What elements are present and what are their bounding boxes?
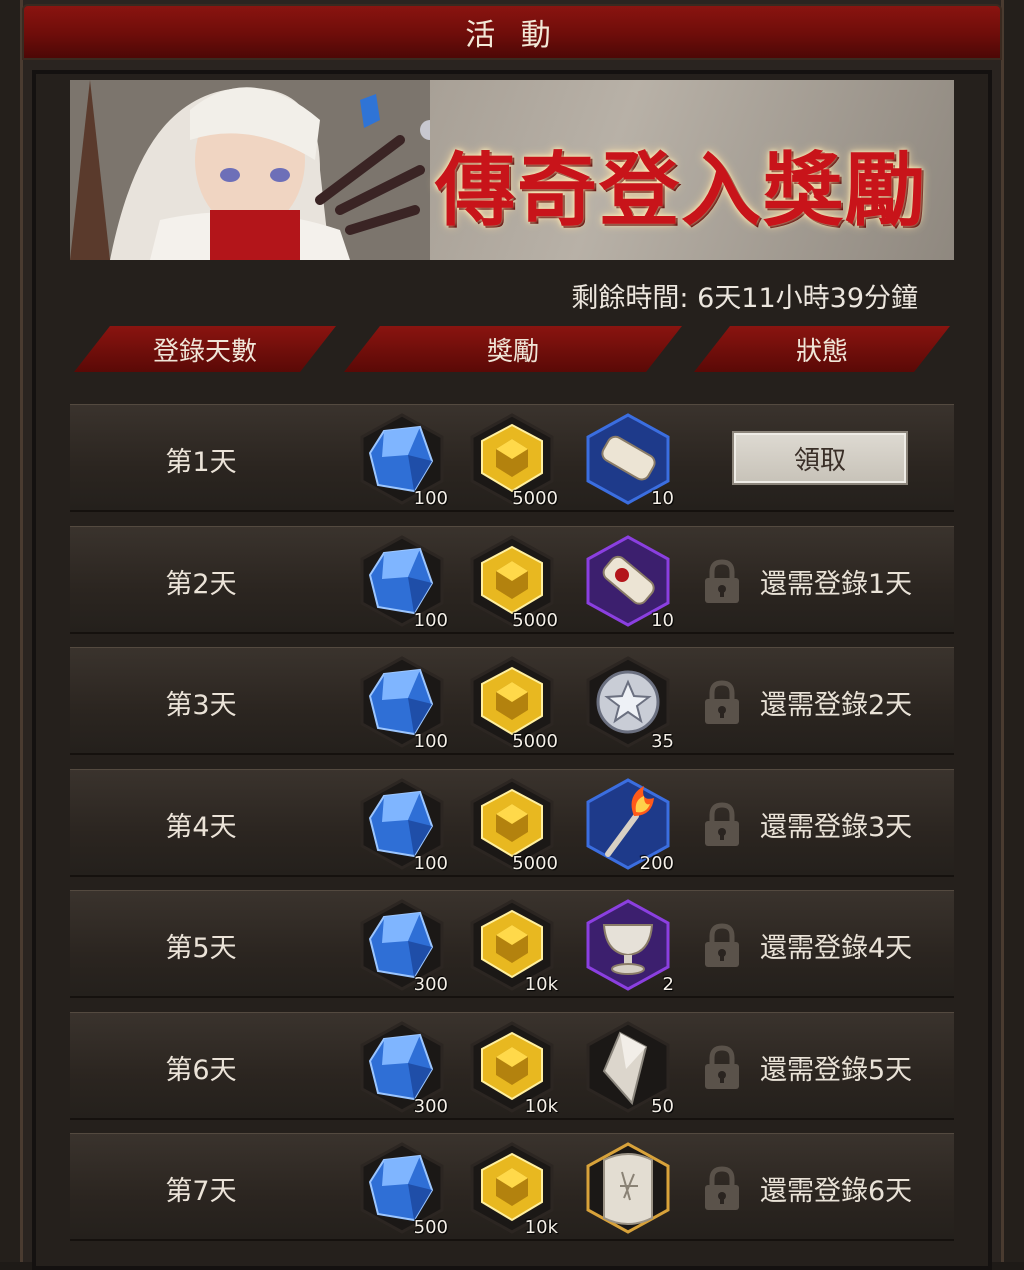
day-label: 第5天 — [165, 932, 237, 964]
diamond-reward: 300 — [354, 897, 450, 995]
item-count: 200 — [639, 853, 674, 874]
item-count: 35 — [651, 731, 674, 752]
gold-count: 10k — [524, 1096, 558, 1117]
reward-row: 第5天 300 10k 2 還需登錄4天 — [70, 890, 954, 998]
diamond-count: 500 — [413, 1217, 448, 1238]
status-text: 還需登錄2天 — [760, 689, 913, 721]
item-reward: 35 — [580, 654, 676, 752]
status-text: 還需登錄1天 — [760, 568, 913, 600]
status-text: 還需登錄4天 — [760, 932, 913, 964]
claim-button[interactable]: 領取 — [732, 431, 908, 485]
diamond-count: 300 — [413, 974, 448, 995]
diamond-count: 100 — [413, 488, 448, 509]
gold-reward: 5000 — [464, 411, 560, 509]
character-art-icon — [70, 80, 430, 260]
diamond-count: 100 — [413, 731, 448, 752]
lock-icon — [705, 802, 739, 846]
diamond-reward: 500 — [354, 1140, 450, 1238]
gold-reward: 5000 — [464, 654, 560, 752]
game-window: 活 動 傳奇登入獎勵 剩餘時間: 6天11小時39分鐘 登錄天數 獎勵 狀態 第… — [0, 0, 1024, 1270]
status-text: 還需登錄3天 — [760, 811, 913, 843]
reward-row: 第7天 500 10k 還需登錄6天 — [70, 1133, 954, 1241]
diamond-count: 300 — [413, 1096, 448, 1117]
reward-row: 第6天 300 10k 50 還需登錄5天 — [70, 1012, 954, 1120]
gold-count: 10k — [524, 974, 558, 995]
reward-row: 第1天 100 5000 10 領取 — [70, 404, 954, 512]
remaining-time: 剩餘時間: 6天11小時39分鐘 — [571, 283, 918, 314]
item-reward: 50 — [580, 1019, 676, 1117]
window-title: 活 動 — [465, 18, 559, 53]
event-banner: 傳奇登入獎勵 — [70, 80, 954, 260]
status-text: 還需登錄6天 — [760, 1175, 913, 1207]
item-count: 2 — [662, 974, 674, 995]
item-reward: 200 — [580, 776, 676, 874]
banner-title: 傳奇登入獎勵 — [435, 143, 927, 237]
column-header-rewards: 獎勵 — [344, 326, 682, 372]
item-reward: 10 — [580, 533, 676, 631]
column-header-status: 狀態 — [694, 326, 950, 372]
day-label: 第2天 — [165, 568, 237, 600]
lock-icon — [705, 923, 739, 967]
gold-reward: 5000 — [464, 533, 560, 631]
reward-row: 第3天 100 5000 35 還需登錄2天 — [70, 647, 954, 755]
lock-icon — [705, 680, 739, 724]
diamond-count: 100 — [413, 610, 448, 631]
day-label: 第6天 — [165, 1054, 237, 1086]
lock-icon — [705, 1166, 739, 1210]
item-count: 10 — [651, 488, 674, 509]
gold-reward: 10k — [464, 1019, 560, 1117]
day-label: 第3天 — [165, 689, 237, 721]
gold-count: 5000 — [512, 731, 558, 752]
lock-icon — [705, 1045, 739, 1089]
day-label: 第4天 — [165, 811, 237, 843]
diamond-reward: 300 — [354, 1019, 450, 1117]
gold-reward: 10k — [464, 897, 560, 995]
gold-reward: 5000 — [464, 776, 560, 874]
reward-row: 第4天 100 5000 200 還需登錄3天 — [70, 769, 954, 877]
gold-count: 10k — [524, 1217, 558, 1238]
item-reward: 2 — [580, 897, 676, 995]
diamond-reward: 100 — [354, 411, 450, 509]
diamond-reward: 100 — [354, 533, 450, 631]
item-count: 10 — [651, 610, 674, 631]
diamond-count: 100 — [413, 853, 448, 874]
title-bar: 活 動 — [22, 4, 1002, 60]
gold-count: 5000 — [512, 610, 558, 631]
item-reward — [580, 1140, 676, 1236]
gold-count: 5000 — [512, 853, 558, 874]
diamond-reward: 100 — [354, 654, 450, 752]
gold-count: 5000 — [512, 488, 558, 509]
gold-reward: 10k — [464, 1140, 560, 1238]
reward-row: 第2天 100 5000 10 還需登錄1天 — [70, 526, 954, 634]
item-reward: 10 — [580, 411, 676, 509]
lock-icon — [705, 559, 739, 603]
column-header-days: 登錄天數 — [74, 326, 336, 372]
status-text: 還需登錄5天 — [760, 1054, 913, 1086]
diamond-reward: 100 — [354, 776, 450, 874]
day-label: 第1天 — [165, 446, 237, 478]
item-count: 50 — [651, 1096, 674, 1117]
day-label: 第7天 — [165, 1175, 237, 1207]
